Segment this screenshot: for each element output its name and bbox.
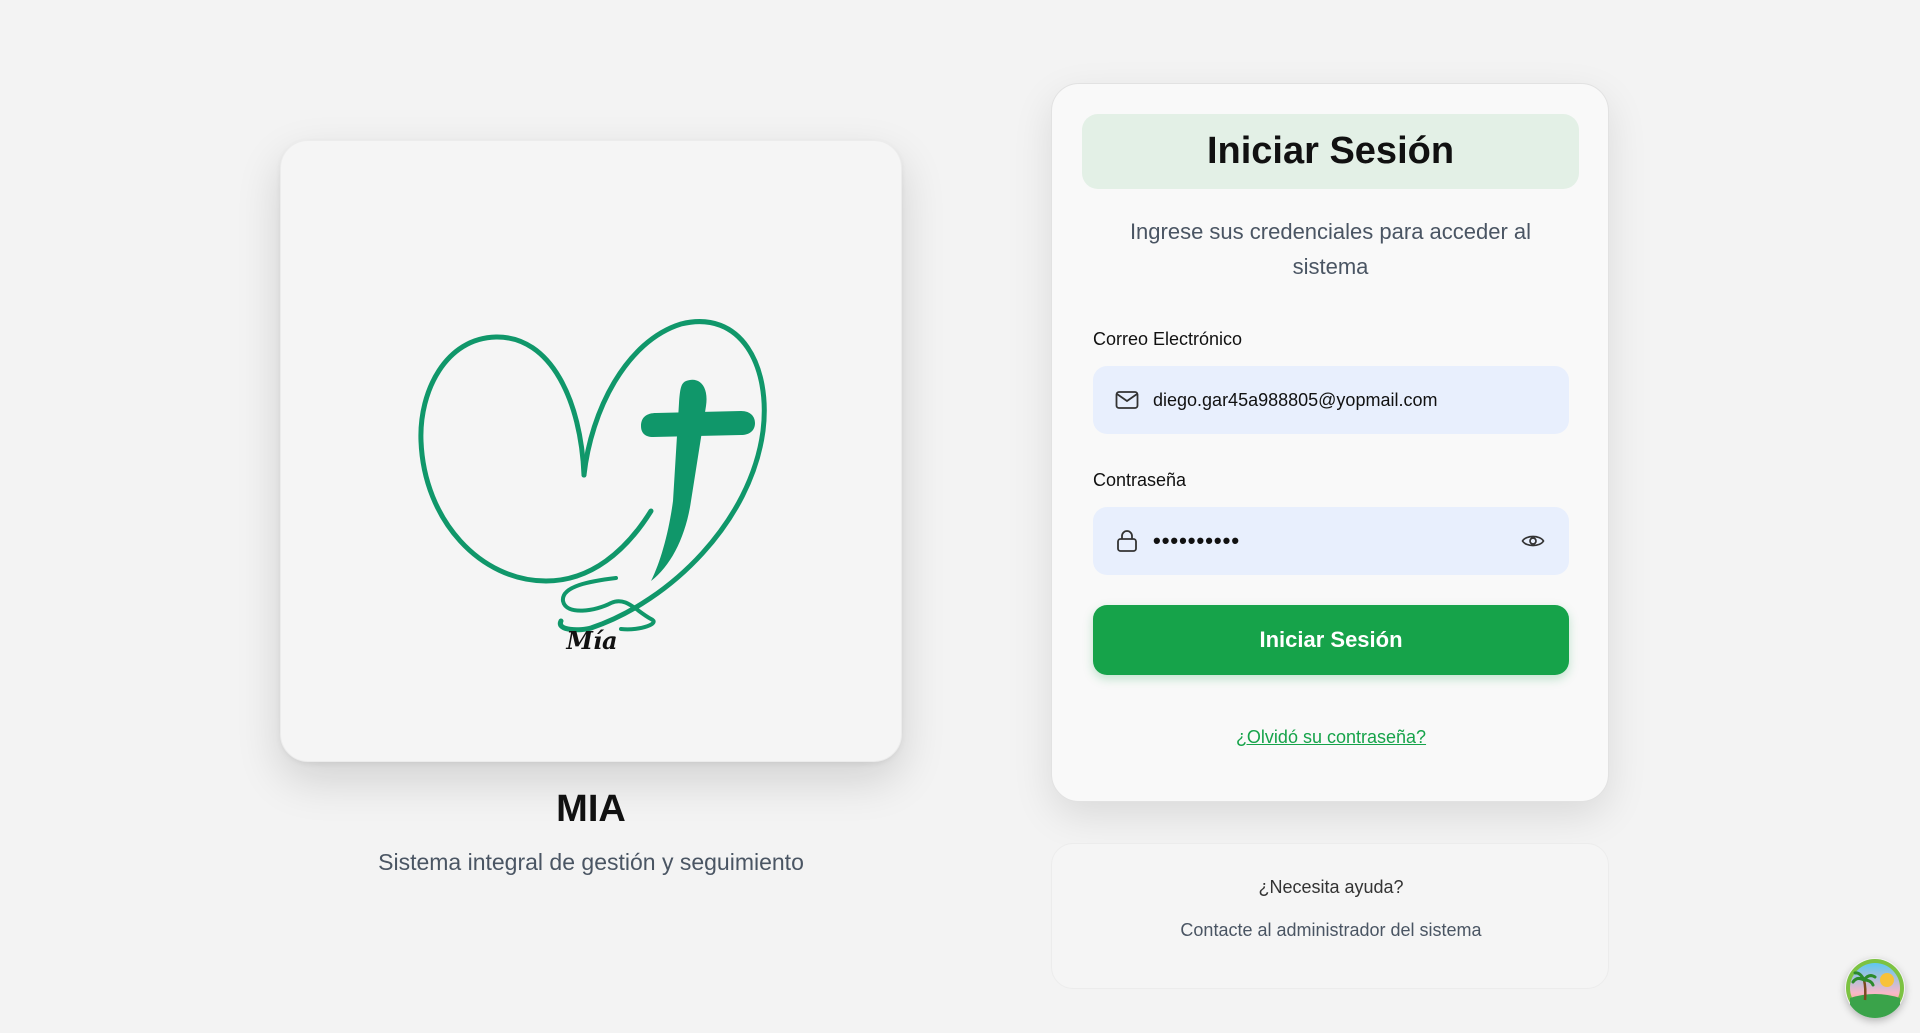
login-description: Ingrese sus credenciales para acceder al… bbox=[1129, 219, 1532, 279]
password-input[interactable]: •••••••••• bbox=[1153, 528, 1519, 554]
help-card: ¿Necesita ayuda? Contacte al administrad… bbox=[1051, 843, 1609, 989]
island-icon bbox=[1846, 959, 1904, 1018]
login-card: Iniciar Sesión Ingrese sus credenciales … bbox=[1051, 83, 1609, 802]
help-text: Contacte al administrador del sistema bbox=[1180, 920, 1482, 940]
login-button[interactable]: Iniciar Sesión bbox=[1093, 605, 1569, 675]
email-field[interactable] bbox=[1093, 366, 1569, 434]
email-input[interactable] bbox=[1153, 366, 1569, 434]
lock-icon bbox=[1113, 527, 1141, 555]
eye-icon[interactable] bbox=[1519, 527, 1547, 555]
password-field[interactable]: •••••••••• bbox=[1093, 507, 1569, 575]
mail-icon bbox=[1113, 386, 1141, 414]
email-label: Correo Electrónico bbox=[1093, 329, 1243, 349]
mia-logo-icon bbox=[418, 319, 767, 633]
floating-action-button[interactable] bbox=[1845, 958, 1905, 1018]
logo-caption: Mía bbox=[566, 626, 618, 655]
app-subtitle: Sistema integral de gestión y seguimient… bbox=[378, 849, 804, 875]
password-label: Contraseña bbox=[1093, 470, 1187, 490]
logo-card: Mía bbox=[280, 140, 902, 762]
help-title: ¿Necesita ayuda? bbox=[1258, 877, 1404, 897]
login-heading: Iniciar Sesión bbox=[1082, 114, 1579, 189]
forgot-password-link[interactable]: ¿Olvidó su contraseña? bbox=[1052, 727, 1610, 748]
app-title: MIA bbox=[556, 788, 626, 830]
